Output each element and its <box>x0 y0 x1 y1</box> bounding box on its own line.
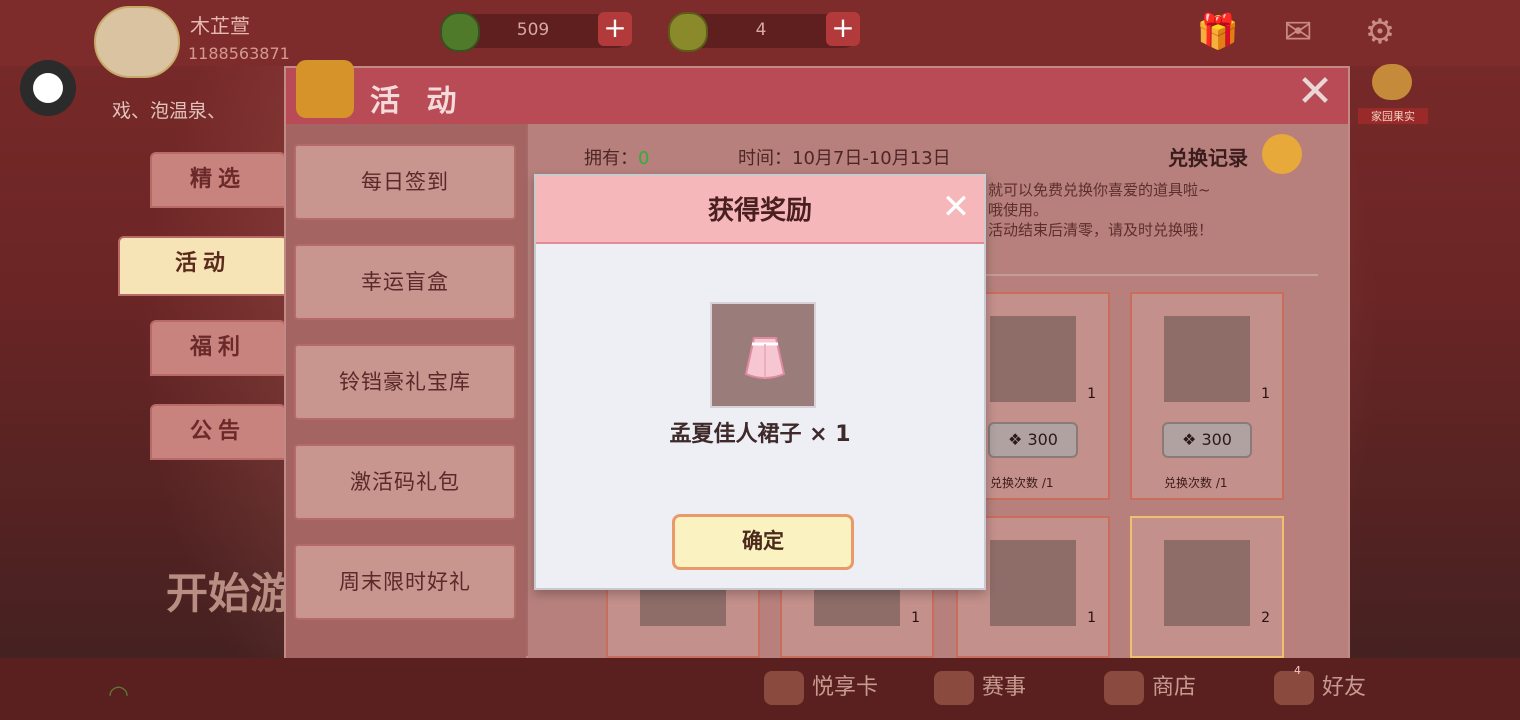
bottom-item-label: 商店 <box>1152 675 1197 700</box>
coin-resource: 4 + <box>668 12 860 52</box>
exchange-cost-button[interactable]: ❖ 300 <box>1162 422 1252 458</box>
gem-count: 509 <box>516 20 550 40</box>
activity-time: 时间：10月7日-10月13日 <box>738 148 951 169</box>
username: 木芷萱 <box>190 14 250 38</box>
menu-daily-signin[interactable]: 每日签到 <box>294 144 516 220</box>
mail-icon[interactable]: ✉ <box>1276 12 1320 52</box>
desc-line: 活动结束后清零，请及时兑换哦！ <box>988 221 1214 239</box>
exchange-cost-button[interactable]: ❖ 300 <box>988 422 1078 458</box>
exchange-item-card[interactable]: 1 ❖ 300 兑换次数 /1 <box>1130 292 1284 500</box>
avatar[interactable] <box>94 6 180 78</box>
reward-dialog: 获得奖励 ✕ 孟夏佳人裙子 × 1 确定 <box>534 174 986 590</box>
panel-title: 活 动 <box>370 84 465 119</box>
exchange-record-link[interactable]: 兑换记录 <box>1168 142 1248 171</box>
signal-icon: ◠ <box>108 680 129 708</box>
settings-gear-icon[interactable]: ⚙ <box>1358 12 1402 52</box>
trophy-icon <box>934 671 974 705</box>
bottom-item-label: 赛事 <box>982 675 1027 700</box>
coin-icon <box>668 12 708 52</box>
bottom-item-label: 好友 <box>1322 675 1367 700</box>
panel-header: 活 动 ✕ <box>286 60 1348 124</box>
skirt-icon <box>744 337 786 379</box>
tab-announcement[interactable]: 公告 <box>150 404 286 460</box>
owned-label: 拥有： <box>584 148 638 169</box>
marquee-text: 戏、泡温泉、 <box>112 100 227 122</box>
reward-item-frame <box>710 302 816 408</box>
item-count: 1 <box>1261 386 1270 402</box>
bottom-item-label: 悦享卡 <box>812 675 879 700</box>
exchange-times: 兑换次数 /1 <box>990 476 1054 490</box>
menu-weekend-gift[interactable]: 周末限时好礼 <box>294 544 516 620</box>
item-count: 1 <box>911 610 920 626</box>
bottom-item-vip-card[interactable]: 悦享卡 <box>764 668 878 708</box>
user-id: 1188563871 <box>188 44 290 63</box>
activity-menu: 每日签到 幸运盲盒 铃铛豪礼宝库 激活码礼包 周末限时好礼 <box>286 124 526 658</box>
megaphone-icon <box>296 60 354 118</box>
item-image <box>990 316 1076 402</box>
item-count: 1 <box>1087 386 1096 402</box>
home-fruit-button[interactable]: 家园果实 <box>1358 64 1428 124</box>
gem-resource: 509 + <box>440 12 632 52</box>
gift-icon[interactable]: 🎁 <box>1196 12 1240 52</box>
item-image <box>1164 316 1250 402</box>
bottom-item-events[interactable]: 赛事 <box>934 668 1026 708</box>
owned-count: 拥有：0 <box>584 144 649 170</box>
tab-welfare[interactable]: 福利 <box>150 320 286 376</box>
desc-line: 哦使用。 <box>988 201 1049 219</box>
menu-activation-code[interactable]: 激活码礼包 <box>294 444 516 520</box>
coin-count: 4 <box>755 20 767 40</box>
bottom-item-shop[interactable]: 商店 <box>1104 668 1196 708</box>
gem-icon <box>440 12 480 52</box>
start-game-text: 开始游 <box>166 569 293 618</box>
exchange-item-card[interactable]: 2 <box>1130 516 1284 658</box>
desc-line: 就可以免费兑换你喜爱的道具啦~ <box>988 181 1211 199</box>
exchange-times: 兑换次数 /1 <box>1164 476 1228 490</box>
pig-card-icon <box>764 671 804 705</box>
dialog-title: 获得奖励 <box>707 196 812 226</box>
close-icon[interactable]: ✕ <box>1292 70 1338 116</box>
dialog-header: 获得奖励 ✕ <box>536 176 984 244</box>
menu-lucky-box[interactable]: 幸运盲盒 <box>294 244 516 320</box>
item-count: 1 <box>1087 610 1096 626</box>
tab-featured[interactable]: 精选 <box>150 152 286 208</box>
item-count: 2 <box>1261 610 1270 626</box>
owned-value: 0 <box>638 148 650 169</box>
record-list-icon[interactable] <box>1262 134 1302 174</box>
cost-value: 300 <box>1027 430 1058 449</box>
add-coin-button[interactable]: + <box>826 12 860 46</box>
bottom-item-friends[interactable]: 好友 <box>1274 668 1366 708</box>
activity-description: 就可以免费兑换你喜爱的道具啦~ 哦使用。 活动结束后清零，请及时兑换哦！ <box>988 180 1213 240</box>
item-image <box>1164 540 1250 626</box>
reward-item-name: 孟夏佳人裙子 × 1 <box>669 422 851 447</box>
item-image <box>990 540 1076 626</box>
add-gem-button[interactable]: + <box>598 12 632 46</box>
floating-menu-button[interactable] <box>20 60 76 116</box>
confirm-button[interactable]: 确定 <box>672 514 854 570</box>
cost-value: 300 <box>1201 430 1232 449</box>
friend-notification-badge: 4 <box>1294 664 1301 677</box>
menu-bell-vault[interactable]: 铃铛豪礼宝库 <box>294 344 516 420</box>
close-icon[interactable]: ✕ <box>938 190 974 226</box>
tab-activity[interactable]: 活动 <box>118 236 288 296</box>
fruit-basket-icon <box>1372 64 1412 100</box>
shopping-cart-icon <box>1104 671 1144 705</box>
home-fruit-label: 家园果实 <box>1358 108 1428 124</box>
